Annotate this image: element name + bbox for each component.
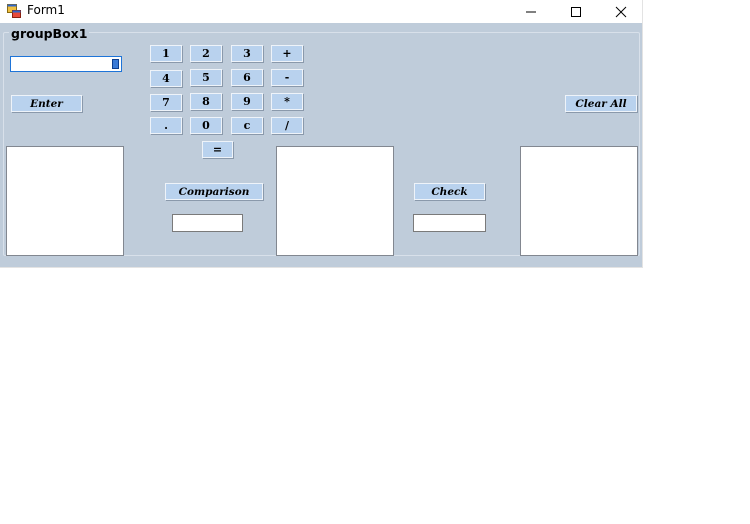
check-result-field[interactable] [413, 214, 486, 232]
digit-7-button[interactable]: 7 [150, 94, 182, 111]
digit-3-button[interactable]: 3 [231, 45, 263, 62]
comparison-button[interactable]: Comparison [165, 183, 263, 200]
text-cursor [112, 59, 119, 69]
equals-button[interactable]: = [202, 141, 233, 158]
title-bar[interactable]: Form1 [0, 0, 642, 23]
digit-4-button[interactable]: 4 [150, 70, 182, 87]
form-window: Form1 groupBox1 1 2 3 + 4 5 6 - 7 8 9 * … [0, 0, 642, 267]
minimize-icon [526, 11, 536, 13]
check-button[interactable]: Check [414, 183, 485, 200]
close-icon [615, 6, 627, 18]
multiply-button[interactable]: * [271, 93, 303, 110]
digit-8-button[interactable]: 8 [190, 93, 222, 110]
left-list-box[interactable] [6, 146, 124, 256]
clear-all-button[interactable]: Clear All [565, 95, 637, 112]
comparison-result-field[interactable] [172, 214, 243, 232]
winforms-app-icon [7, 4, 21, 18]
clear-entry-button[interactable]: c [231, 117, 263, 134]
close-button[interactable] [598, 0, 644, 23]
digit-5-button[interactable]: 5 [190, 69, 222, 86]
right-list-box[interactable] [520, 146, 638, 256]
minimize-button[interactable] [508, 0, 554, 23]
minus-button[interactable]: - [271, 69, 303, 86]
form-client-area: groupBox1 1 2 3 + 4 5 6 - 7 8 9 * . 0 c … [0, 23, 642, 267]
maximize-icon [571, 7, 581, 17]
middle-list-box[interactable] [276, 146, 394, 256]
divide-button[interactable]: / [271, 117, 303, 134]
plus-button[interactable]: + [271, 45, 303, 62]
digit-6-button[interactable]: 6 [231, 69, 263, 86]
digit-0-button[interactable]: 0 [190, 117, 222, 134]
window-title: Form1 [27, 3, 65, 17]
digit-2-button[interactable]: 2 [190, 45, 222, 62]
maximize-button[interactable] [553, 0, 599, 23]
enter-button[interactable]: Enter [11, 95, 82, 112]
decimal-point-button[interactable]: . [150, 117, 182, 134]
digit-9-button[interactable]: 9 [231, 93, 263, 110]
digit-1-button[interactable]: 1 [150, 45, 182, 62]
display-input[interactable] [10, 56, 122, 72]
group-box-title: groupBox1 [9, 26, 90, 41]
